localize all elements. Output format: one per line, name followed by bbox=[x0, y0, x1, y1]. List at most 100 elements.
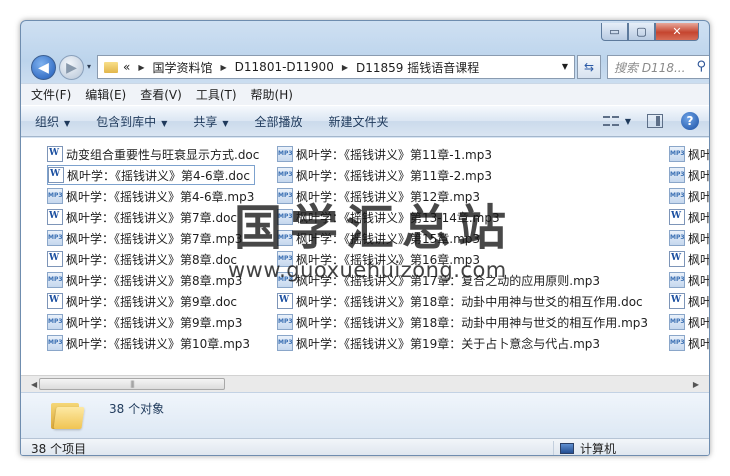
address-bar[interactable]: « ▶ 国学资料馆 ▶ D11801-D11900 ▶ D11859 摇钱语音课… bbox=[97, 55, 575, 79]
mp3-audio-icon bbox=[669, 314, 685, 330]
file-item[interactable]: 枫叶 bbox=[669, 312, 709, 332]
file-item[interactable]: 枫叶学：《摇钱讲义》第19章：关于占卜意念与代占.mp3 bbox=[277, 333, 600, 353]
details-pane: 38 个对象 bbox=[21, 392, 709, 438]
breadcrumb-item-range[interactable]: D11801-D11900 bbox=[235, 60, 334, 74]
breadcrumb-separator-icon[interactable]: ▶ bbox=[221, 63, 227, 72]
breadcrumb-overflow[interactable]: « bbox=[123, 60, 130, 74]
forward-button[interactable]: ▶ bbox=[59, 55, 84, 80]
file-item[interactable]: 枫叶 bbox=[669, 165, 709, 185]
refresh-button[interactable]: ⇆ bbox=[577, 55, 601, 79]
file-item[interactable]: 枫叶学：《摇钱讲义》第9章.mp3 bbox=[47, 312, 242, 332]
breadcrumb-item-root[interactable]: 国学资料馆 bbox=[153, 59, 213, 76]
file-item[interactable]: 动变组合重要性与旺衰显示方式.doc bbox=[47, 144, 259, 164]
minimize-button[interactable]: ▭ bbox=[601, 23, 628, 41]
file-name: 枫叶学：《摇钱讲义》第10章.mp3 bbox=[66, 336, 251, 351]
file-item[interactable]: 枫叶学：《摇钱讲义》第11章-1.mp3 bbox=[277, 144, 492, 164]
mp3-audio-icon bbox=[669, 272, 685, 288]
menu-tools[interactable]: 工具(T) bbox=[196, 86, 237, 103]
file-item[interactable]: 枫叶 bbox=[669, 228, 709, 248]
menu-bar: 文件(F) 编辑(E) 查看(V) 工具(T) 帮助(H) bbox=[21, 83, 709, 105]
file-item[interactable]: 枫叶学：《摇钱讲义》第11章-2.mp3 bbox=[277, 165, 492, 185]
menu-edit[interactable]: 编辑(E) bbox=[85, 86, 126, 103]
view-dropdown-icon[interactable]: ▼ bbox=[625, 117, 631, 126]
word-document-icon bbox=[47, 293, 63, 309]
word-document-icon bbox=[47, 209, 63, 225]
status-bar: 38 个项目 计算机 bbox=[21, 438, 709, 456]
file-item[interactable]: 枫叶 bbox=[669, 291, 709, 311]
menu-file[interactable]: 文件(F) bbox=[31, 86, 71, 103]
mp3-audio-icon bbox=[277, 314, 293, 330]
file-name: 枫叶 bbox=[688, 210, 709, 225]
menu-help[interactable]: 帮助(H) bbox=[251, 86, 293, 103]
folder-icon bbox=[104, 61, 118, 73]
organize-button[interactable]: 组织 ▼ bbox=[35, 113, 70, 130]
maximize-button[interactable]: ▢ bbox=[628, 23, 655, 41]
file-item[interactable]: 枫叶 bbox=[669, 186, 709, 206]
file-item[interactable]: 枫叶学：《摇钱讲义》第7章.doc bbox=[47, 207, 237, 227]
back-button[interactable]: ◀ bbox=[31, 55, 56, 80]
file-name: 枫叶学：《摇钱讲义》第4-6章.mp3 bbox=[66, 189, 255, 204]
mp3-audio-icon bbox=[277, 146, 293, 162]
include-library-button[interactable]: 包含到库中 ▼ bbox=[96, 113, 167, 130]
file-item[interactable]: 枫叶学：《摇钱讲义》第4-6章.doc bbox=[47, 165, 255, 185]
mp3-audio-icon bbox=[47, 335, 63, 351]
breadcrumb-separator-icon[interactable]: ▶ bbox=[342, 63, 348, 72]
item-count: 38 个项目 bbox=[31, 441, 87, 456]
horizontal-scrollbar[interactable]: ◀ ||| ▶ bbox=[21, 375, 709, 392]
word-document-icon bbox=[277, 293, 293, 309]
scroll-left-icon[interactable]: ◀ bbox=[31, 380, 37, 389]
mp3-audio-icon bbox=[669, 146, 685, 162]
file-item[interactable]: 枫叶学：《摇钱讲义》第18章：动卦中用神与世爻的相互作用.doc bbox=[277, 291, 643, 311]
preview-pane-icon[interactable] bbox=[647, 114, 663, 128]
view-options-icon[interactable] bbox=[602, 114, 619, 128]
command-bar: 组织 ▼ 包含到库中 ▼ 共享 ▼ 全部播放 新建文件夹 ▼ ? bbox=[21, 105, 709, 137]
scrollbar-thumb[interactable]: ||| bbox=[39, 378, 225, 390]
view-controls: ▼ ? bbox=[602, 112, 699, 130]
file-item[interactable]: 枫叶 bbox=[669, 207, 709, 227]
scroll-right-icon[interactable]: ▶ bbox=[693, 380, 699, 389]
file-name: 枫叶 bbox=[688, 294, 709, 309]
folder-icon bbox=[51, 401, 85, 429]
organize-label: 组织 bbox=[35, 114, 60, 129]
file-item[interactable]: 枫叶 bbox=[669, 270, 709, 290]
mp3-audio-icon bbox=[669, 188, 685, 204]
include-library-label: 包含到库中 bbox=[96, 114, 157, 129]
file-item[interactable]: 枫叶学：《摇钱讲义》第7章.mp3 bbox=[47, 228, 242, 248]
refresh-icon: ⇆ bbox=[583, 60, 595, 74]
file-item[interactable]: 枫叶学：《摇钱讲义》第8章.doc bbox=[47, 249, 237, 269]
share-button[interactable]: 共享 ▼ bbox=[193, 113, 228, 130]
breadcrumb-separator-icon[interactable]: ▶ bbox=[138, 63, 144, 72]
history-dropdown-icon[interactable]: ▾ bbox=[87, 62, 91, 71]
file-item[interactable]: 枫叶学：《摇钱讲义》第9章.doc bbox=[47, 291, 237, 311]
mp3-audio-icon bbox=[277, 335, 293, 351]
chevron-down-icon: ▼ bbox=[64, 118, 71, 128]
word-document-icon bbox=[669, 209, 685, 225]
file-item[interactable]: 枫叶学：《摇钱讲义》第18章：动卦中用神与世爻的相互作用.mp3 bbox=[277, 312, 648, 332]
caption-buttons: ▭ ▢ ✕ bbox=[601, 23, 699, 41]
help-icon[interactable]: ? bbox=[681, 112, 699, 130]
search-icon[interactable]: ⚲ bbox=[696, 59, 706, 74]
menu-view[interactable]: 查看(V) bbox=[140, 86, 182, 103]
file-item[interactable]: 枫叶学：《摇钱讲义》第8章.mp3 bbox=[47, 270, 242, 290]
address-dropdown-icon[interactable]: ▼ bbox=[562, 62, 568, 71]
share-label: 共享 bbox=[193, 114, 218, 129]
search-input[interactable]: 搜索 D118... ⚲ bbox=[607, 55, 709, 79]
file-item[interactable]: 枫叶 bbox=[669, 249, 709, 269]
file-item[interactable]: 枫叶学：《摇钱讲义》第10章.mp3 bbox=[47, 333, 250, 353]
file-item[interactable]: 枫叶 bbox=[669, 144, 709, 164]
file-item[interactable]: 枫叶 bbox=[669, 333, 709, 353]
watermark-url: www.guoxuehuizong.com bbox=[228, 258, 507, 282]
breadcrumb-item-current[interactable]: D11859 摇钱语音课程 bbox=[356, 59, 479, 76]
file-name: 枫叶学：《摇钱讲义》第18章：动卦中用神与世爻的相互作用.doc bbox=[296, 294, 643, 309]
mp3-audio-icon bbox=[277, 167, 293, 183]
close-button[interactable]: ✕ bbox=[655, 23, 699, 41]
file-name: 枫叶 bbox=[688, 189, 709, 204]
file-name: 枫叶 bbox=[688, 168, 709, 183]
word-document-icon bbox=[669, 251, 685, 267]
file-item[interactable]: 枫叶学：《摇钱讲义》第4-6章.mp3 bbox=[47, 186, 254, 206]
play-all-button[interactable]: 全部播放 bbox=[255, 113, 303, 130]
file-name: 枫叶学：《摇钱讲义》第11章-2.mp3 bbox=[296, 168, 492, 183]
file-name: 枫叶 bbox=[688, 231, 709, 246]
new-folder-button[interactable]: 新建文件夹 bbox=[329, 113, 389, 130]
mp3-audio-icon bbox=[669, 167, 685, 183]
